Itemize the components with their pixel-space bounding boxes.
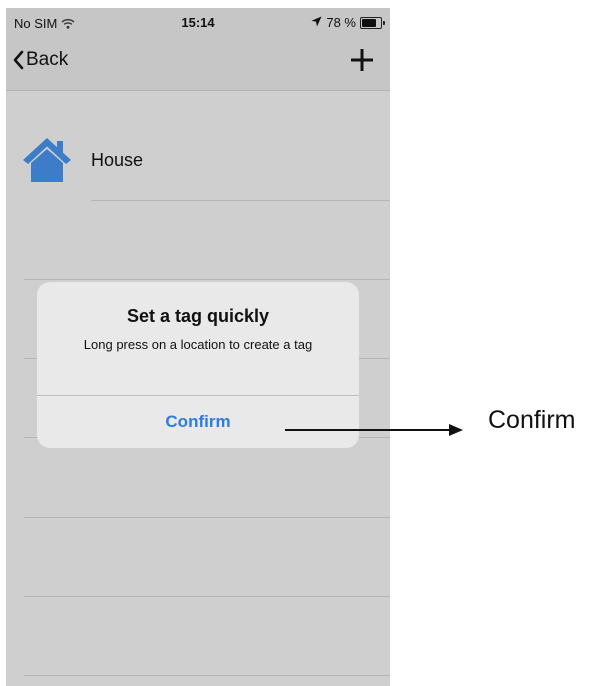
back-label: Back <box>26 49 69 70</box>
list-item-label: House <box>91 150 144 170</box>
house-icon <box>22 136 72 182</box>
back-button[interactable]: Back <box>12 49 68 71</box>
alert-title: Set a tag quickly <box>126 306 270 326</box>
alert-message: Long press on a location to create a tag <box>83 337 313 352</box>
battery-level-fill <box>362 18 376 27</box>
location-arrow-icon <box>311 15 322 30</box>
arrow-right-icon <box>285 423 465 437</box>
plus-icon <box>351 49 373 71</box>
battery-percentage: 78 % <box>326 15 356 30</box>
chevron-left-icon <box>12 50 24 70</box>
annotation-label: Confirm <box>488 406 576 434</box>
row-divider <box>24 675 390 676</box>
row-divider <box>91 200 390 201</box>
status-bar: No SIM 15:14 78 % <box>6 8 390 38</box>
phone-screen: No SIM 15:14 78 % Back House Set a tag q… <box>6 8 390 686</box>
add-button[interactable] <box>348 46 376 74</box>
status-right: 78 % <box>311 15 385 30</box>
battery-icon <box>360 16 385 29</box>
row-divider <box>24 517 390 518</box>
row-divider <box>24 596 390 597</box>
row-divider <box>24 279 390 280</box>
confirm-button[interactable]: Confirm <box>37 396 359 448</box>
navigation-bar: Back <box>6 38 390 91</box>
